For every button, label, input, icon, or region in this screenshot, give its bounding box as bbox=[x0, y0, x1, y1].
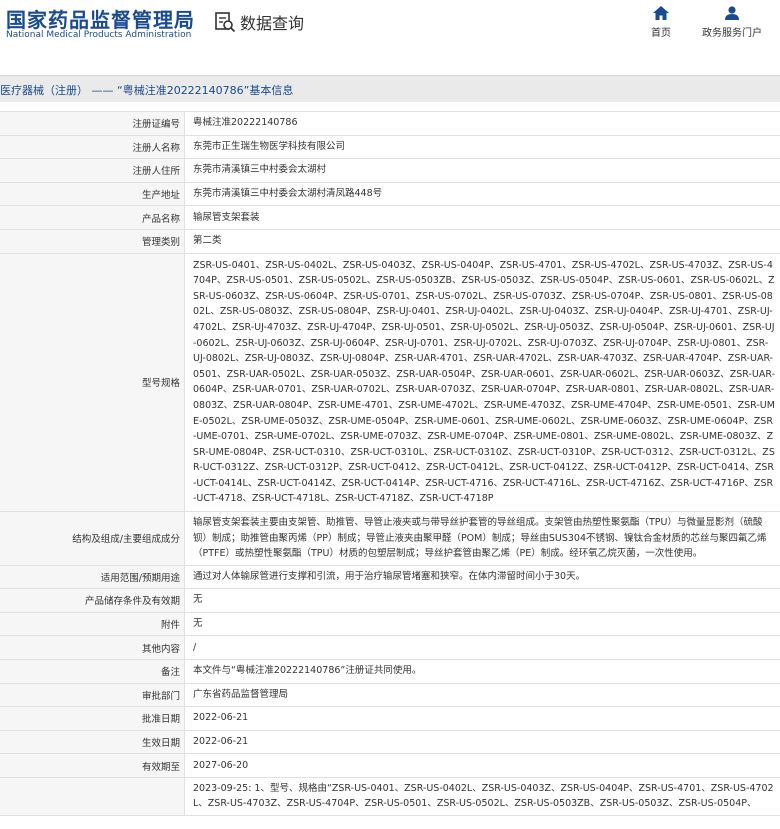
field-label: 产品储存条件及有效期 bbox=[0, 588, 185, 613]
field-value: 无 bbox=[184, 611, 780, 637]
field-value: 第二类 bbox=[184, 228, 780, 254]
field-value: 粤械注准20222140786 bbox=[184, 111, 780, 136]
table-row: 2023-09-25: 1、型号、规格由“ZSR-US-0401、ZSR-US-… bbox=[0, 776, 780, 816]
field-label: 注册人住所 bbox=[0, 158, 185, 183]
field-value: 东莞市清溪镇三中村委会太湖村清凤路448号 bbox=[184, 181, 780, 207]
user-icon bbox=[725, 6, 739, 20]
field-label: 备注 bbox=[0, 658, 185, 684]
field-label: 注册人名称 bbox=[0, 134, 185, 160]
field-value: 无 bbox=[184, 588, 780, 613]
table-row: 附件 无 bbox=[0, 611, 780, 637]
field-label: 管理类别 bbox=[0, 228, 185, 254]
field-label bbox=[0, 776, 185, 816]
table-row: 产品储存条件及有效期 无 bbox=[0, 588, 780, 613]
data-query-label: 数据查询 bbox=[240, 14, 305, 33]
field-value: 广东省药品监督管理局 bbox=[184, 682, 780, 708]
field-value: 通过对人体输尿管进行支撑和引流，用于治疗输尿管堵塞和狭窄。在体内滞留时间小于30… bbox=[184, 564, 780, 590]
table-row: 备注 本文件与“粤械注准20222140786”注册证共同使用。 bbox=[0, 658, 780, 684]
nav-home-label: 首页 bbox=[651, 28, 671, 39]
table-row: 有效期至 2027-06-20 bbox=[0, 753, 780, 778]
field-label: 其他内容 bbox=[0, 635, 185, 660]
field-value: 东莞市清溪镇三中村委会太湖村 bbox=[184, 158, 780, 183]
nav-home[interactable]: 首页 bbox=[647, 6, 675, 39]
home-icon bbox=[653, 6, 669, 20]
logo-title-cn[interactable]: 国家药品监督管理局 bbox=[6, 4, 195, 33]
record-title: 医疗器械（注册） —— “粤械注准20222140786”基本信息 bbox=[0, 84, 294, 97]
field-label: 批准日期 bbox=[0, 706, 185, 731]
field-label: 产品名称 bbox=[0, 205, 185, 230]
record-title-bar: 医疗器械（注册） —— “粤械注准20222140786”基本信息 bbox=[0, 75, 780, 102]
field-label: 型号规格 bbox=[0, 252, 185, 513]
field-value: 2027-06-20 bbox=[184, 753, 780, 778]
field-value: 2022-06-21 bbox=[184, 729, 780, 755]
field-label: 审批部门 bbox=[0, 682, 185, 708]
field-label: 生产地址 bbox=[0, 181, 185, 207]
data-query-link[interactable]: 数据查询 bbox=[214, 10, 304, 34]
field-label: 适用范围/预期用途 bbox=[0, 564, 185, 590]
field-value: 输尿管支架套装 bbox=[184, 205, 780, 230]
field-value: / bbox=[184, 635, 780, 660]
field-value: 本文件与“粤械注准20222140786”注册证共同使用。 bbox=[184, 658, 780, 684]
nav-service-portal[interactable]: 政务服务门户 bbox=[700, 6, 764, 39]
field-label: 生效日期 bbox=[0, 729, 185, 755]
field-label: 结构及组成/主要组成成分 bbox=[0, 511, 185, 566]
document-search-icon bbox=[215, 12, 236, 33]
field-value: 东莞市正生瑞生物医学科技有限公司 bbox=[184, 134, 780, 160]
table-row: 生效日期 2022-06-21 bbox=[0, 729, 780, 755]
field-value: 输尿管支架套装主要由支架管、助推管、导管止液夹或与带导丝护套管的导丝组成。支架管… bbox=[184, 511, 780, 566]
table-row: 管理类别 第二类 bbox=[0, 228, 780, 254]
field-label: 附件 bbox=[0, 611, 185, 637]
field-value: ZSR-US-0401、ZSR-US-0402L、ZSR-US-0403Z、ZS… bbox=[184, 252, 780, 513]
table-row: 产品名称 输尿管支架套装 bbox=[0, 205, 780, 230]
table-row: 其他内容 / bbox=[0, 635, 780, 660]
table-row: 审批部门 广东省药品监督管理局 bbox=[0, 682, 780, 708]
field-value: 2023-09-25: 1、型号、规格由“ZSR-US-0401、ZSR-US-… bbox=[184, 776, 780, 816]
table-row: 注册人住所 东莞市清溪镇三中村委会太湖村 bbox=[0, 158, 780, 183]
field-value: 2022-06-21 bbox=[184, 706, 780, 731]
table-row: 型号规格 ZSR-US-0401、ZSR-US-0402L、ZSR-US-040… bbox=[0, 252, 780, 513]
table-row: 适用范围/预期用途 通过对人体输尿管进行支撑和引流，用于治疗输尿管堵塞和狭窄。在… bbox=[0, 564, 780, 590]
field-label: 注册证编号 bbox=[0, 111, 185, 136]
site-header: 国家药品监督管理局 National Medical Products Admi… bbox=[0, 0, 780, 62]
logo-title-en[interactable]: National Medical Products Administration bbox=[6, 30, 191, 40]
nav-service-portal-label: 政务服务门户 bbox=[702, 28, 762, 39]
registration-info-table: 注册证编号 粤械注准20222140786 注册人名称 东莞市正生瑞生物医学科技… bbox=[0, 111, 780, 816]
table-row: 注册证编号 粤械注准20222140786 bbox=[0, 111, 780, 136]
field-label: 有效期至 bbox=[0, 753, 185, 778]
table-row: 结构及组成/主要组成成分 输尿管支架套装主要由支架管、助推管、导管止液夹或与带导… bbox=[0, 511, 780, 566]
table-row: 生产地址 东莞市清溪镇三中村委会太湖村清凤路448号 bbox=[0, 181, 780, 207]
table-row: 注册人名称 东莞市正生瑞生物医学科技有限公司 bbox=[0, 134, 780, 160]
table-row: 批准日期 2022-06-21 bbox=[0, 706, 780, 731]
